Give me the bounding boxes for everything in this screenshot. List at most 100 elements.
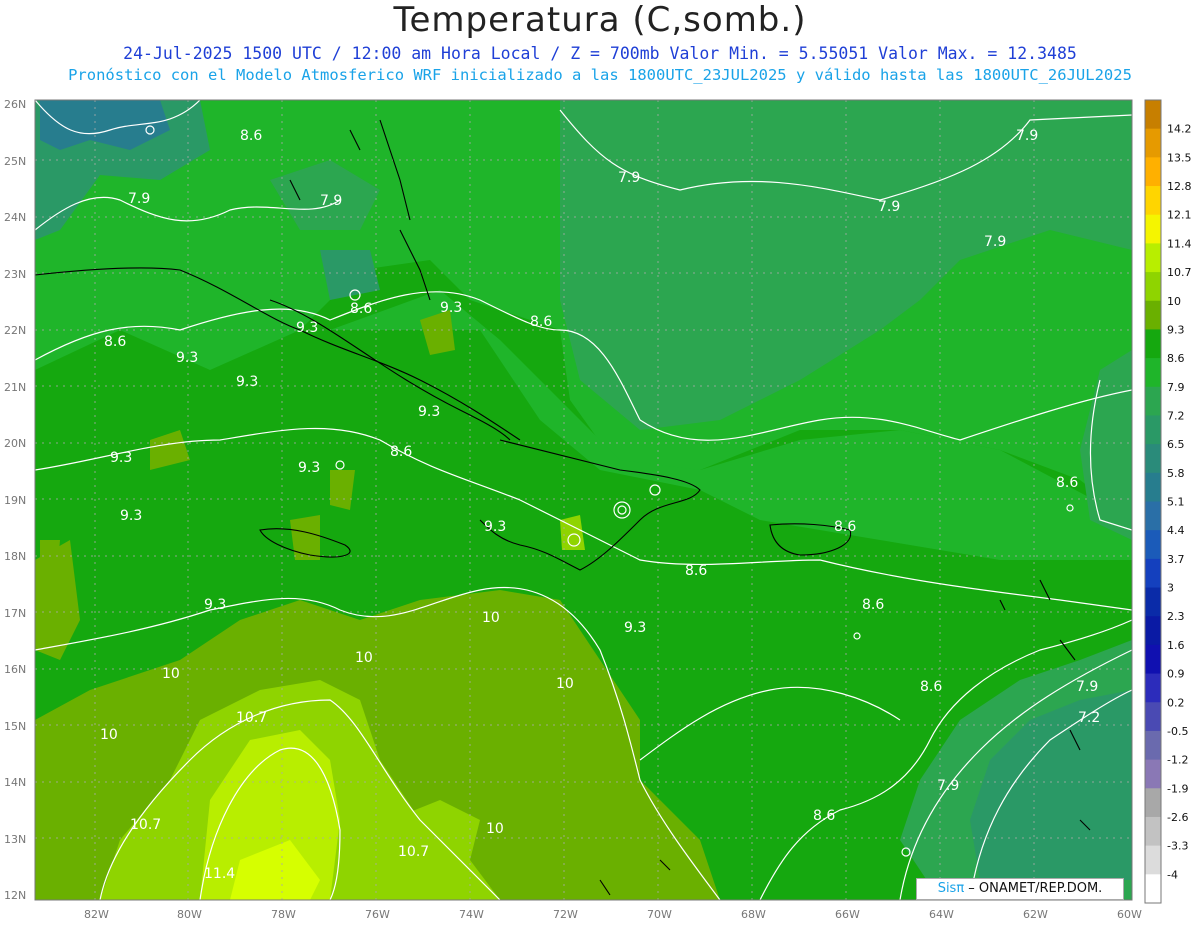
colorbar-swatch xyxy=(1145,186,1161,216)
colorbar-label: 14.2 xyxy=(1167,123,1192,136)
lat-label: 17N xyxy=(4,607,26,620)
temperature-map: 8.6 7.9 7.9 7.9 7.9 7.9 7.9 8.6 9.3 8.6 … xyxy=(4,98,1192,921)
lat-label: 24N xyxy=(4,211,26,224)
lon-label: 72W xyxy=(553,908,578,921)
lon-label: 76W xyxy=(365,908,390,921)
lon-label: 78W xyxy=(271,908,296,921)
contour-label: 7.9 xyxy=(1016,128,1038,144)
colorbar-swatch xyxy=(1145,243,1161,273)
lon-label: 82W xyxy=(84,908,109,921)
lat-label: 14N xyxy=(4,776,26,789)
lon-label: 74W xyxy=(459,908,484,921)
colorbar-label: -1.2 xyxy=(1167,754,1188,767)
colorbar-label: -2.6 xyxy=(1167,811,1188,824)
colorbar-swatch xyxy=(1145,329,1161,359)
contour-label: 8.6 xyxy=(390,444,412,460)
contour-label: 8.6 xyxy=(240,128,262,144)
contour-label: 9.3 xyxy=(484,519,506,535)
colorbar-label: -3.3 xyxy=(1167,840,1188,853)
contour-label: 9.3 xyxy=(236,374,258,390)
contour-label: 7.9 xyxy=(128,191,150,207)
contour-label: 10 xyxy=(486,821,504,837)
colorbar-swatch xyxy=(1145,874,1161,904)
contour-label: 9.3 xyxy=(110,450,132,466)
colorbar-label: -0.5 xyxy=(1167,725,1188,738)
contour-label: 10 xyxy=(482,610,500,626)
colorbar-label: 2.3 xyxy=(1167,610,1185,623)
colorbar-label: 10 xyxy=(1167,295,1181,308)
colorbar-swatch xyxy=(1145,272,1161,302)
contour-label: 10.7 xyxy=(398,844,429,860)
lon-label: 68W xyxy=(741,908,766,921)
colorbar-label: 5.8 xyxy=(1167,467,1185,480)
latitude-labels: 26N 25N 24N 23N 22N 21N 20N 19N 18N 17N … xyxy=(4,98,26,902)
colorbar-swatch xyxy=(1145,386,1161,416)
colorbar-label: 0.9 xyxy=(1167,668,1185,681)
contour-label: 8.6 xyxy=(834,519,856,535)
contour-label: 11.4 xyxy=(204,866,235,882)
lat-label: 25N xyxy=(4,155,26,168)
lon-label: 70W xyxy=(647,908,672,921)
contour-label: 9.3 xyxy=(440,300,462,316)
contour-label: 9.3 xyxy=(204,597,226,613)
contour-label: 8.6 xyxy=(920,679,942,695)
lat-label: 19N xyxy=(4,494,26,507)
lat-label: 21N xyxy=(4,381,26,394)
colorbar-swatch xyxy=(1145,816,1161,847)
colorbar-label: 11.4 xyxy=(1167,237,1192,250)
contour-label: 7.9 xyxy=(937,778,959,794)
colorbar-label: 1.6 xyxy=(1167,639,1185,652)
colorbar-swatch xyxy=(1145,788,1161,818)
lat-label: 16N xyxy=(4,663,26,676)
contour-label: 9.3 xyxy=(298,460,320,476)
contour-label: 9.3 xyxy=(418,404,440,420)
colorbar-swatch xyxy=(1145,415,1161,445)
colorbar-label: 4.4 xyxy=(1167,524,1185,537)
colorbar-label: 8.6 xyxy=(1167,352,1185,365)
credit-box: Sisπ – ONAMET/REP.DOM. xyxy=(916,878,1124,900)
contour-label: 7.9 xyxy=(1076,679,1098,695)
contour-label: 7.2 xyxy=(1078,710,1100,726)
contour-label: 8.6 xyxy=(685,563,707,579)
colorbar-label: 12.1 xyxy=(1167,209,1192,222)
colorbar-swatch xyxy=(1145,128,1161,158)
contour-label: 10 xyxy=(162,666,180,682)
lat-label: 12N xyxy=(4,889,26,902)
credit-org: – ONAMET/REP.DOM. xyxy=(964,881,1103,896)
colorbar-label: 6.5 xyxy=(1167,438,1185,451)
lat-label: 15N xyxy=(4,720,26,733)
contour-label: 9.3 xyxy=(624,620,646,636)
lon-label: 60W xyxy=(1117,908,1142,921)
colorbar-swatch xyxy=(1145,558,1161,589)
contour-label: 7.9 xyxy=(320,193,342,209)
lon-label: 62W xyxy=(1023,908,1048,921)
contour-label: 7.9 xyxy=(984,234,1006,250)
colorbar-swatch xyxy=(1145,673,1161,703)
contour-label: 10.7 xyxy=(130,817,161,833)
longitude-labels: 82W 80W 78W 76W 74W 72W 70W 68W 66W 64W … xyxy=(84,908,1142,921)
colorbar-label: 7.9 xyxy=(1167,381,1185,394)
contour-label: 9.3 xyxy=(176,350,198,366)
contour-label: 8.6 xyxy=(350,301,372,317)
colorbar-swatch xyxy=(1145,472,1161,502)
lat-label: 26N xyxy=(4,98,26,111)
colorbar-swatch xyxy=(1145,730,1161,761)
colorbar-swatch xyxy=(1145,530,1161,560)
contour-label: 8.6 xyxy=(530,314,552,330)
colorbar-label: 10.7 xyxy=(1167,266,1192,279)
colorbar-label: 9.3 xyxy=(1167,323,1185,336)
colorbar-label: -4 xyxy=(1167,868,1178,881)
contour-label: 8.6 xyxy=(1056,475,1078,491)
colorbar-swatch xyxy=(1145,759,1161,789)
colorbar-swatch xyxy=(1145,444,1161,474)
colorbar-swatch xyxy=(1145,587,1161,617)
sispi-logo: Sisπ xyxy=(937,881,965,896)
lat-label: 22N xyxy=(4,324,26,337)
contour-label: 8.6 xyxy=(862,597,884,613)
contour-label: 10 xyxy=(100,727,118,743)
lon-label: 64W xyxy=(929,908,954,921)
lat-label: 20N xyxy=(4,437,26,450)
lon-label: 80W xyxy=(177,908,202,921)
lat-label: 18N xyxy=(4,550,26,563)
colorbar-swatch xyxy=(1145,100,1161,130)
